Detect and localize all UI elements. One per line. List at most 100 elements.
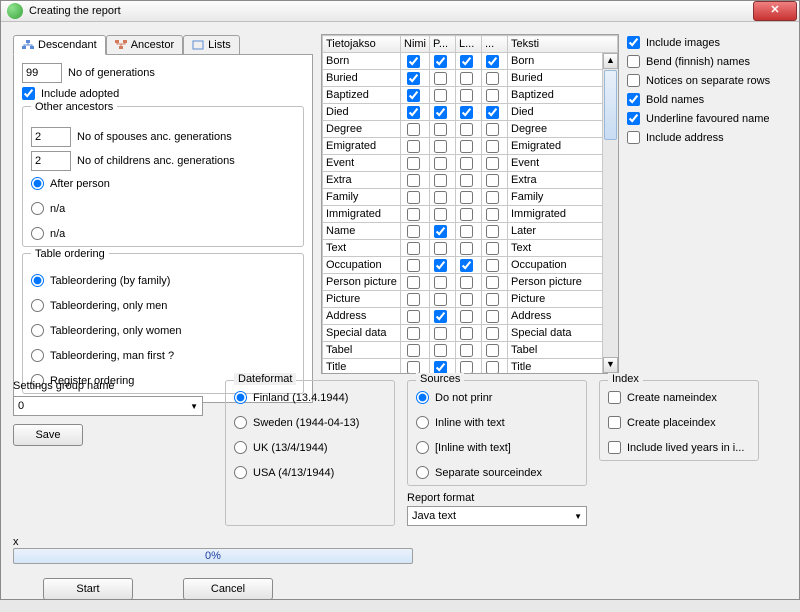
grid-checkbox[interactable] (407, 157, 420, 170)
grid-checkbox[interactable] (407, 191, 420, 204)
grid-checkbox[interactable] (434, 157, 447, 170)
grid-checkbox[interactable] (434, 242, 447, 255)
cancel-button[interactable]: Cancel (183, 578, 273, 600)
grid-checkbox[interactable] (486, 123, 499, 136)
col-l[interactable]: L... (456, 36, 482, 53)
grid-checkbox[interactable] (486, 140, 499, 153)
tab-lists[interactable]: Lists (183, 35, 240, 55)
grid-checkbox[interactable] (460, 276, 473, 289)
grid-checkbox[interactable] (407, 242, 420, 255)
grid-checkbox[interactable] (407, 276, 420, 289)
grid-checkbox[interactable] (434, 208, 447, 221)
grid-checkbox[interactable] (460, 89, 473, 102)
notices-rows-check[interactable]: Notices on separate rows (627, 74, 787, 87)
grid-checkbox[interactable] (486, 327, 499, 340)
include-adopted-box[interactable] (22, 87, 35, 100)
grid-checkbox[interactable] (486, 89, 499, 102)
src-separate-radio[interactable]: Separate sourceindex (416, 466, 578, 479)
scroll-thumb[interactable] (604, 70, 617, 140)
grid-checkbox[interactable] (460, 123, 473, 136)
include-address-check[interactable]: Include address (627, 131, 787, 144)
grid-checkbox[interactable] (486, 259, 499, 272)
grid-checkbox[interactable] (407, 344, 420, 357)
grid-checkbox[interactable] (460, 174, 473, 187)
grid-checkbox[interactable] (407, 123, 420, 136)
grid-checkbox[interactable] (434, 72, 447, 85)
datefmt-fi-radio[interactable]: Finland (13.4.1944) (234, 391, 386, 404)
settings-group-combo[interactable]: 0 ▼ (13, 396, 203, 416)
grid-checkbox[interactable] (486, 157, 499, 170)
src-inline-radio[interactable]: Inline with text (416, 416, 578, 429)
grid-checkbox[interactable] (460, 327, 473, 340)
after-person-radio[interactable]: After person (31, 177, 295, 190)
grid-checkbox[interactable] (486, 276, 499, 289)
grid-checkbox[interactable] (460, 55, 473, 68)
grid-checkbox[interactable] (434, 293, 447, 306)
bold-names-check[interactable]: Bold names (627, 93, 787, 106)
grid-checkbox[interactable] (434, 310, 447, 323)
spouses-gen-input[interactable] (31, 127, 71, 147)
grid-checkbox[interactable] (486, 55, 499, 68)
grid-checkbox[interactable] (434, 344, 447, 357)
grid-checkbox[interactable] (460, 259, 473, 272)
grid-checkbox[interactable] (460, 208, 473, 221)
grid-checkbox[interactable] (486, 361, 499, 374)
ord-men-radio[interactable]: Tableordering, only men (31, 299, 295, 312)
create-placeindex-check[interactable]: Create placeindex (608, 416, 750, 429)
na2-radio[interactable]: n/a (31, 227, 295, 240)
ord-manfirst-radio[interactable]: Tableordering, man first ? (31, 349, 295, 362)
grid-checkbox[interactable] (434, 225, 447, 238)
grid-checkbox[interactable] (407, 225, 420, 238)
grid-checkbox[interactable] (434, 55, 447, 68)
grid-checkbox[interactable] (407, 259, 420, 272)
src-inline-brackets-radio[interactable]: [Inline with text] (416, 441, 578, 454)
ord-family-radio[interactable]: Tableordering (by family) (31, 274, 295, 287)
col-teksti[interactable]: Teksti (508, 36, 618, 53)
grid-checkbox[interactable] (460, 361, 473, 374)
grid-checkbox[interactable] (486, 174, 499, 187)
underline-name-check[interactable]: Underline favoured name (627, 112, 787, 125)
src-donotprint-radio[interactable]: Do not prinr (416, 391, 578, 404)
grid-checkbox[interactable] (407, 89, 420, 102)
grid-checkbox[interactable] (434, 276, 447, 289)
grid-checkbox[interactable] (434, 89, 447, 102)
grid-checkbox[interactable] (460, 106, 473, 119)
include-images-check[interactable]: Include images (627, 36, 787, 49)
grid-checkbox[interactable] (434, 361, 447, 374)
grid-checkbox[interactable] (407, 361, 420, 374)
grid-checkbox[interactable] (486, 225, 499, 238)
grid-checkbox[interactable] (407, 310, 420, 323)
grid-checkbox[interactable] (434, 140, 447, 153)
grid-checkbox[interactable] (460, 72, 473, 85)
grid-scrollbar[interactable]: ▲ ▼ (602, 53, 618, 373)
grid-checkbox[interactable] (486, 191, 499, 204)
grid-checkbox[interactable] (407, 55, 420, 68)
col-nimi[interactable]: Nimi (401, 36, 430, 53)
grid-checkbox[interactable] (434, 327, 447, 340)
grid-checkbox[interactable] (486, 344, 499, 357)
grid-checkbox[interactable] (486, 72, 499, 85)
grid-checkbox[interactable] (486, 242, 499, 255)
datefmt-uk-radio[interactable]: UK (13/4/1944) (234, 441, 386, 454)
tab-descendant[interactable]: Descendant (13, 35, 106, 55)
grid-checkbox[interactable] (434, 174, 447, 187)
children-gen-input[interactable] (31, 151, 71, 171)
grid-checkbox[interactable] (460, 293, 473, 306)
grid-checkbox[interactable] (486, 310, 499, 323)
close-button[interactable]: ✕ (753, 1, 797, 21)
grid-checkbox[interactable] (434, 106, 447, 119)
grid-checkbox[interactable] (486, 106, 499, 119)
col-extra[interactable]: ... (482, 36, 508, 53)
grid-checkbox[interactable] (407, 106, 420, 119)
grid-checkbox[interactable] (407, 174, 420, 187)
grid-checkbox[interactable] (434, 191, 447, 204)
na1-radio[interactable]: n/a (31, 202, 295, 215)
grid-checkbox[interactable] (486, 208, 499, 221)
scroll-up-icon[interactable]: ▲ (603, 53, 618, 69)
include-lived-years-check[interactable]: Include lived years in i... (608, 441, 750, 454)
grid-checkbox[interactable] (460, 191, 473, 204)
grid-checkbox[interactable] (460, 310, 473, 323)
grid-checkbox[interactable] (407, 72, 420, 85)
grid-checkbox[interactable] (434, 123, 447, 136)
grid-checkbox[interactable] (407, 140, 420, 153)
